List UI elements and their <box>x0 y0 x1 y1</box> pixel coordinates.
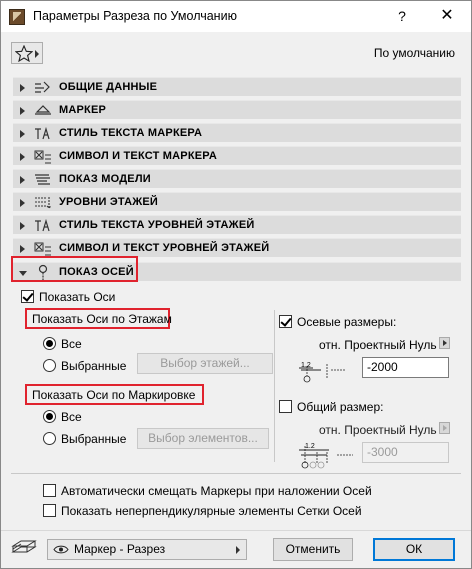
window-title: Параметры Разреза по Умолчанию <box>33 9 237 23</box>
stories-all-radio[interactable] <box>43 337 56 350</box>
text-style-icon <box>35 126 50 140</box>
axis-dimensions-label: Осевые размеры: <box>297 315 397 329</box>
stories-selected-label: Выбранные <box>61 359 127 373</box>
section-default-settings-dialog: Параметры Разреза по Умолчанию ? ✕ По ум… <box>0 0 472 569</box>
model-display-icon <box>35 174 50 185</box>
panel-marker-text-style[interactable]: СТИЛЬ ТЕКСТА МАРКЕРА <box>13 123 461 142</box>
axis-dimensions-value-input[interactable]: -2000 <box>362 357 449 378</box>
panel-label: ОБЩИЕ ДАННЫЕ <box>59 81 158 93</box>
panel-label: МАРКЕР <box>59 104 107 116</box>
ok-button[interactable]: ОК <box>373 538 455 561</box>
reference-menu-arrow-icon[interactable] <box>439 422 450 434</box>
panel-model-display[interactable]: ПОКАЗ МОДЕЛИ <box>13 169 461 188</box>
title-bar: Параметры Разреза по Умолчанию ? ✕ <box>1 1 471 32</box>
select-elements-button[interactable]: Выбор элементов... <box>137 428 269 449</box>
star-icon <box>15 45 33 62</box>
view-marker-select-value: Маркер - Разрез <box>74 542 166 556</box>
help-button[interactable]: ? <box>388 5 416 27</box>
symbol-text-icon <box>34 150 51 164</box>
svg-text:1.2: 1.2 <box>305 443 315 450</box>
stories-selected-radio[interactable] <box>43 359 56 372</box>
panel-label: УРОВНИ ЭТАЖЕЙ <box>59 196 159 208</box>
select-arrow-icon <box>236 546 240 554</box>
panel-label: СТИЛЬ ТЕКСТА УРОВНЕЙ ЭТАЖЕЙ <box>59 219 255 231</box>
marker-all-radio[interactable] <box>43 410 56 423</box>
auto-offset-markers-checkbox[interactable] <box>43 484 56 497</box>
eye-icon <box>53 545 69 554</box>
expand-arrow-icon <box>20 222 25 230</box>
panel-label: ПОКАЗ МОДЕЛИ <box>59 173 151 185</box>
overall-dimension-reference: отн. Проектный Нуль <box>319 423 437 437</box>
panel-label: СИМВОЛ И ТЕКСТ УРОВНЕЙ ЭТАЖЕЙ <box>59 242 270 254</box>
expand-arrow-icon <box>20 245 25 253</box>
non-perpendicular-checkbox[interactable] <box>43 504 56 517</box>
footer-divider <box>1 530 471 531</box>
marker-all-label: Все <box>61 410 82 424</box>
axis-dimensions-reference: отн. Проектный Нуль <box>319 338 437 352</box>
overall-dimension-label: Общий размер: <box>297 400 384 414</box>
axis-dimension-diagram-icon: 1.2 <box>299 362 345 383</box>
overall-dimension-checkbox[interactable] <box>279 400 292 413</box>
view-marker-select[interactable]: Маркер - Разрез <box>47 539 247 560</box>
panel-general[interactable]: ОБЩИЕ ДАННЫЕ <box>13 77 461 96</box>
panel-marker[interactable]: МАРКЕР <box>13 100 461 119</box>
overall-dimension-diagram-icon: 1.2 <box>299 443 353 469</box>
expand-arrow-icon <box>20 130 25 138</box>
marker-icon <box>35 105 51 115</box>
panel-story-text-style[interactable]: СТИЛЬ ТЕКСТА УРОВНЕЙ ЭТАЖЕЙ <box>13 215 461 234</box>
expand-arrow-icon <box>20 153 25 161</box>
marker-selected-label: Выбранные <box>61 432 127 446</box>
panel-label: СИМВОЛ И ТЕКСТ МАРКЕРА <box>59 150 217 162</box>
text-style-icon <box>35 218 50 232</box>
panel-story-symbol-text[interactable]: СИМВОЛ И ТЕКСТ УРОВНЕЙ ЭТАЖЕЙ <box>13 238 461 257</box>
overall-dimension-value-input[interactable]: -3000 <box>362 442 449 463</box>
auto-offset-markers-label: Автоматически смещать Маркеры при наложе… <box>61 484 372 498</box>
vertical-divider <box>274 310 275 462</box>
panel-marker-symbol-text[interactable]: СИМВОЛ И ТЕКСТ МАРКЕРА <box>13 146 461 165</box>
expand-arrow-icon <box>20 84 25 92</box>
story-levels-icon <box>35 197 52 209</box>
non-perpendicular-label: Показать неперпендикулярные элементы Сет… <box>61 504 362 518</box>
favorites-button[interactable] <box>11 42 43 64</box>
symbol-text-icon <box>34 242 51 256</box>
show-by-marker-label: Показать Оси по Маркировке <box>32 388 196 402</box>
expand-arrow-icon <box>20 107 25 115</box>
panel-story-levels[interactable]: УРОВНИ ЭТАЖЕЙ <box>13 192 461 211</box>
reference-menu-arrow-icon[interactable] <box>439 337 450 349</box>
marker-selected-radio[interactable] <box>43 432 56 445</box>
panel-label: СТИЛЬ ТЕКСТА МАРКЕРА <box>59 127 203 139</box>
favorites-arrow-icon <box>35 50 39 58</box>
close-button[interactable]: ✕ <box>433 5 461 27</box>
select-stories-button[interactable]: Выбор этажей... <box>137 353 273 374</box>
horizontal-divider <box>11 473 461 474</box>
highlight-frame <box>11 256 138 282</box>
stories-all-label: Все <box>61 337 82 351</box>
preset-name: По умолчанию <box>373 46 455 60</box>
show-grid-label: Показать Оси <box>39 290 116 304</box>
axis-dimensions-checkbox[interactable] <box>279 315 292 328</box>
general-settings-icon <box>35 81 50 93</box>
show-grid-checkbox[interactable] <box>21 290 34 303</box>
layers-icon <box>11 540 37 553</box>
expand-arrow-icon <box>20 199 25 207</box>
show-by-stories-label: Показать Оси по Этажам <box>32 312 172 326</box>
archicad-app-icon <box>9 9 25 25</box>
cancel-button[interactable]: Отменить <box>273 538 353 561</box>
expand-arrow-icon <box>20 176 25 184</box>
